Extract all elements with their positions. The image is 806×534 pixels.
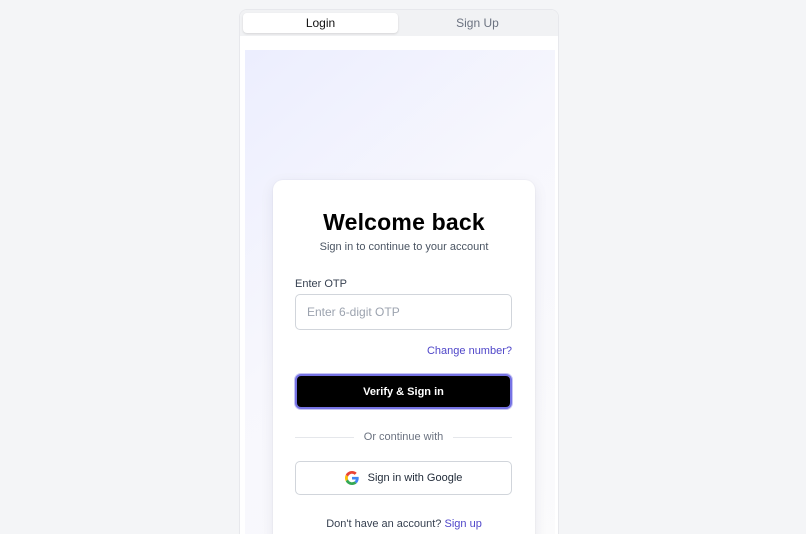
page-subtitle: Sign in to continue to your account	[319, 241, 489, 253]
google-button-label: Sign in with Google	[367, 472, 463, 484]
divider-text: Or continue with	[363, 431, 444, 443]
divider-line-right	[453, 436, 513, 438]
page-title: Welcome back	[323, 209, 485, 235]
sign-up-link[interactable]: Sign up	[445, 518, 482, 530]
change-number-link[interactable]: Change number?	[427, 345, 512, 357]
google-sign-in-button[interactable]: Sign in with Google	[295, 461, 512, 495]
auth-tabs: Login Sign Up	[240, 10, 558, 36]
tab-login[interactable]: Login	[243, 13, 398, 33]
auth-window: Login Sign Up Welcome back Sign in to co…	[239, 9, 559, 534]
login-card: Welcome back Sign in to continue to your…	[273, 180, 535, 534]
sign-up-prompt: Don't have an account? Sign up	[273, 518, 535, 530]
gradient-background: Welcome back Sign in to continue to your…	[245, 50, 555, 534]
footer-text: Don't have an account?	[326, 518, 442, 530]
otp-label: Enter OTP	[295, 278, 347, 290]
google-g-icon	[344, 471, 359, 485]
divider-line-left	[295, 436, 354, 438]
or-divider: Or continue with	[295, 431, 513, 443]
otp-input[interactable]	[295, 294, 512, 330]
verify-sign-in-button[interactable]: Verify & Sign in	[295, 374, 512, 409]
tab-sign-up[interactable]: Sign Up	[400, 13, 555, 33]
